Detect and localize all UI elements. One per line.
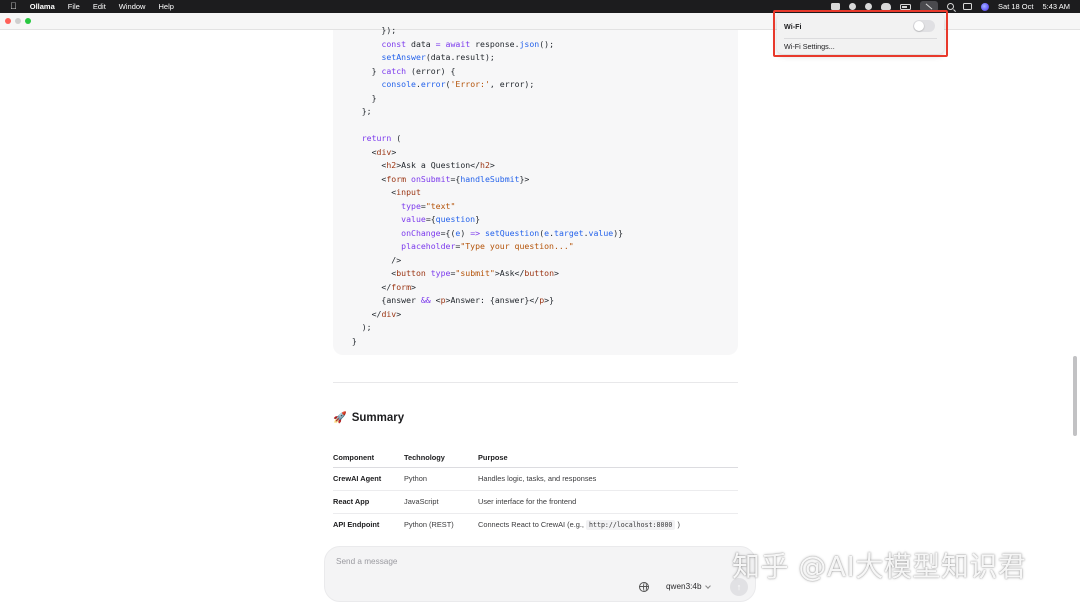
table-row: API Endpoint Python (REST) Connects Reac…	[333, 514, 738, 537]
apple-icon[interactable]: 	[10, 0, 17, 13]
table-row: CrewAI Agent Python Handles logic, tasks…	[333, 468, 738, 491]
table-cell-technology: JavaScript	[404, 497, 439, 506]
table-cell-component: React App	[333, 497, 370, 506]
code-line: <input	[342, 187, 421, 197]
code-line: value={question}	[401, 214, 481, 224]
table-header-cell: Purpose	[478, 453, 508, 462]
menu-bar-left:  Ollama File Edit Window Help	[0, 0, 174, 13]
cloud-icon[interactable]	[881, 3, 892, 10]
message-input[interactable]: Send a message	[336, 557, 397, 566]
menu-app-name[interactable]: Ollama	[30, 2, 55, 11]
table-cell-component: API Endpoint	[333, 520, 380, 529]
model-name: qwen3:4b	[666, 582, 702, 591]
zoom-window-button[interactable]	[25, 18, 31, 24]
code-line: }	[342, 335, 357, 346]
code-line: <div>	[342, 146, 397, 157]
code-line: <form onSubmit={handleSubmit}>	[342, 173, 530, 184]
menu-help[interactable]: Help	[158, 2, 173, 11]
summary-title: Summary	[351, 411, 405, 424]
rocket-icon: 🚀	[333, 412, 347, 424]
siri-icon[interactable]	[981, 2, 990, 11]
purpose-text: Connects React to CrewAI (e.g.,	[478, 520, 587, 529]
table-header-row: Component Technology Purpose	[333, 447, 738, 468]
globe-icon[interactable]	[639, 582, 649, 592]
status-sync-icon[interactable]	[849, 3, 857, 10]
section-divider	[333, 382, 738, 383]
menu-time[interactable]: 5:43 AM	[1042, 2, 1070, 11]
message-composer[interactable]: Send a message qwen3:4b ↑	[324, 546, 756, 602]
battery-icon[interactable]	[900, 3, 912, 10]
table-cell-technology: Python	[404, 474, 428, 483]
summary-heading: 🚀 Summary	[333, 411, 405, 425]
status-p-icon[interactable]	[865, 3, 873, 10]
watermark-text: 知乎 @AI大模型知识君	[732, 550, 1027, 583]
code-line: });	[342, 25, 397, 35]
code-line: );	[342, 322, 372, 332]
highlight-box	[773, 10, 948, 57]
table-header-cell: Component	[333, 453, 375, 462]
code-line: }	[342, 92, 377, 103]
menu-date[interactable]: Sat 18 Oct	[998, 2, 1033, 11]
code-line: type="text"	[401, 200, 456, 211]
status-app-icon[interactable]	[831, 3, 841, 10]
close-window-button[interactable]	[5, 18, 11, 24]
code-line: <h2>Ask a Question</h2>	[342, 160, 495, 170]
table-cell-purpose: User interface for the frontend	[478, 497, 577, 506]
code-line: };	[342, 106, 372, 116]
menu-window[interactable]: Window	[119, 2, 146, 11]
table-cell-purpose: Connects React to CrewAI (e.g., http://l…	[478, 514, 680, 536]
table-header-cell: Technology	[404, 453, 445, 462]
code-line: setAnswer(data.result);	[381, 52, 495, 62]
code-line: {answer && <p>Answer: {answer}</p>}	[342, 295, 554, 305]
code-line: </div>	[342, 308, 402, 319]
code-content: }); const data = await response.json(); …	[342, 24, 623, 348]
chevron-down-icon	[704, 582, 711, 589]
model-selector[interactable]: qwen3:4b	[666, 582, 711, 591]
table-row: React App JavaScript User interface for …	[333, 491, 738, 514]
code-line: const data = await response.json();	[381, 38, 555, 49]
scrollbar-thumb[interactable]	[1073, 356, 1077, 436]
table-cell-purpose: Handles logic, tasks, and responses	[478, 474, 597, 483]
traffic-lights	[5, 18, 31, 24]
purpose-text-end: )	[675, 520, 680, 529]
code-line: } catch (error) {	[342, 65, 456, 76]
menu-edit[interactable]: Edit	[93, 2, 106, 11]
summary-table: Component Technology Purpose CrewAI Agen…	[333, 447, 738, 537]
code-line: placeholder="Type your question..."	[401, 241, 574, 251]
spotlight-search-icon[interactable]	[947, 3, 955, 10]
code-line: console.error('Error:', error);	[381, 79, 535, 89]
control-center-icon[interactable]	[963, 3, 973, 10]
menu-file[interactable]: File	[68, 2, 80, 11]
table-cell-technology: Python (REST)	[404, 520, 454, 529]
code-line: return (	[361, 133, 402, 143]
code-line: onChange={(e) => setQuestion(e.target.va…	[401, 227, 624, 238]
minimize-window-button[interactable]	[15, 18, 21, 24]
code-line: </form>	[342, 281, 416, 292]
code-line: />	[342, 254, 402, 265]
table-cell-component: CrewAI Agent	[333, 474, 382, 483]
code-line: <button type="submit">Ask</button>	[342, 268, 559, 278]
inline-code-url: http://localhost:8000	[586, 520, 676, 530]
